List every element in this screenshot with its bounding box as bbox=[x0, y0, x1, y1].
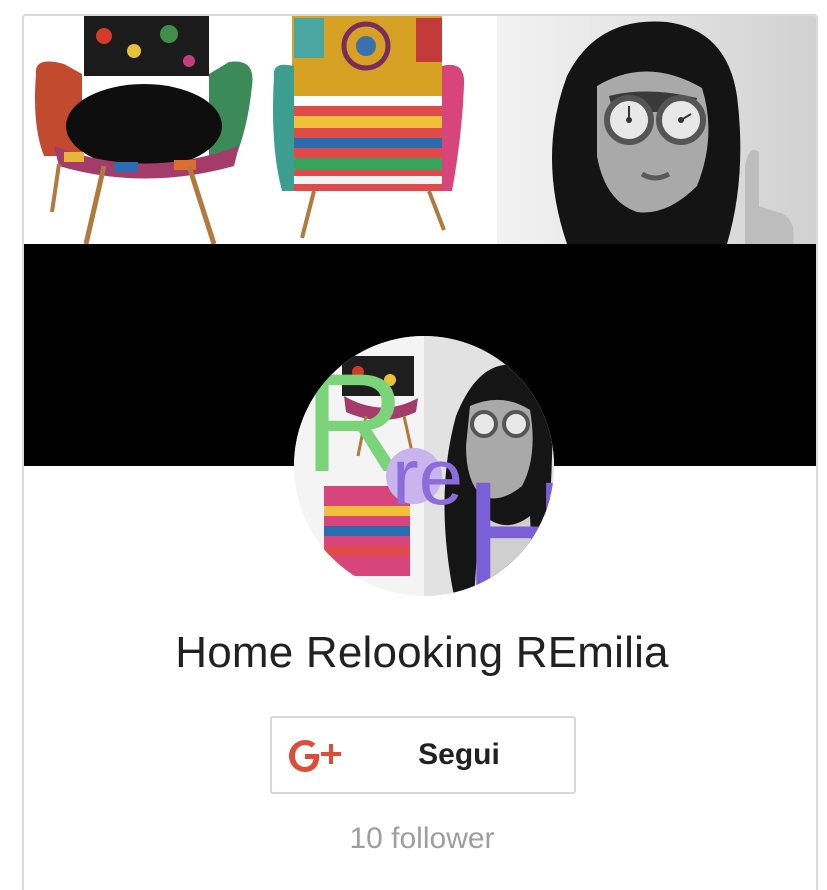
avatar-image: R re H bbox=[294, 336, 554, 596]
avatar-letter-h: H bbox=[464, 450, 554, 596]
follow-button-label: Segui bbox=[418, 738, 500, 771]
cover-photo-armchairs bbox=[24, 16, 497, 245]
profile-card: R re H Home Relooking REmilia Segui 10 f… bbox=[22, 14, 818, 890]
woman-illustration bbox=[552, 21, 794, 244]
profile-name: Home Relooking REmilia bbox=[175, 628, 669, 677]
cover-photo-woman bbox=[497, 16, 816, 244]
armchairs-illustration bbox=[35, 16, 465, 245]
cover-photos bbox=[24, 16, 816, 245]
avatar-letter-re: re bbox=[392, 432, 463, 521]
follower-count: 10 follower bbox=[349, 822, 495, 855]
follow-button[interactable]: Segui bbox=[270, 716, 576, 794]
google-plus-icon bbox=[289, 740, 341, 772]
profile-avatar[interactable]: R re H bbox=[294, 336, 554, 596]
